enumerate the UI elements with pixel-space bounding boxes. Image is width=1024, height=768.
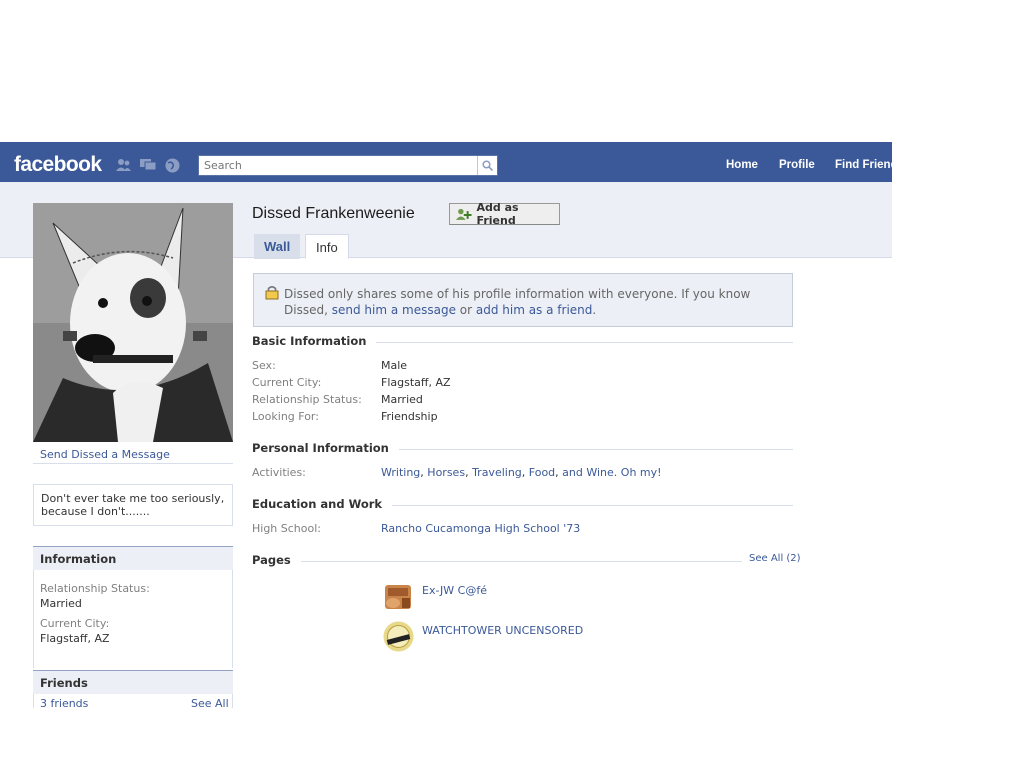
profile-picture[interactable]	[33, 203, 233, 442]
watchtower-page-icon	[383, 621, 414, 652]
sex-label: Sex:	[252, 359, 276, 372]
activity-link[interactable]: Writing	[381, 466, 420, 479]
high-school-label: High School:	[252, 522, 322, 535]
friends-see-all-link[interactable]: See All	[191, 697, 229, 710]
tab-info[interactable]: Info	[305, 234, 349, 259]
page-link[interactable]: WATCHTOWER UNCENSORED	[422, 624, 583, 637]
dog-photo	[33, 203, 233, 442]
sidebar-information-heading: Information	[33, 546, 233, 570]
sidebar-friends-heading: Friends	[33, 670, 233, 694]
divider	[33, 463, 233, 464]
page-link[interactable]: Ex-JW C@fé	[422, 584, 487, 597]
privacy-notice: Dissed only shares some of his profile i…	[253, 273, 793, 327]
looking-for-value: Friendship	[381, 410, 438, 423]
personal-info-heading: Personal Information	[252, 441, 399, 455]
activity-link[interactable]: Horses	[427, 466, 465, 479]
add-friend-icon	[456, 208, 472, 220]
page-thumbnail[interactable]	[382, 580, 415, 613]
friends-count-link[interactable]: 3 friends	[40, 697, 88, 710]
notice-send-message-link[interactable]: send him a message	[332, 303, 456, 317]
nav-profile[interactable]: Profile	[779, 159, 815, 171]
pages-see-all-link[interactable]: See All (2)	[744, 553, 801, 564]
add-friend-label: Add as Friend	[476, 201, 519, 227]
tab-wall[interactable]: Wall	[254, 234, 301, 259]
sidebar-relationship-label: Relationship Status:	[40, 582, 150, 595]
notice-end: .	[592, 303, 597, 317]
nav-find-friends[interactable]: Find Friends	[835, 159, 892, 171]
education-heading: Education and Work	[252, 497, 393, 511]
activity-link[interactable]: Food	[529, 466, 555, 479]
page-thumbnail[interactable]	[382, 620, 415, 653]
bio-box: Don't ever take me too seriously, becaus…	[33, 484, 233, 526]
nav-home[interactable]: Home	[726, 159, 758, 171]
cafe-page-icon	[385, 585, 411, 609]
current-city-label: Current City:	[252, 376, 322, 389]
activity-link[interactable]: and Wine. Oh my!	[562, 466, 661, 479]
pages-rule	[252, 561, 742, 562]
profile-name: Dissed Frankenweenie	[252, 205, 415, 222]
sidebar-relationship-value: Married	[40, 597, 82, 610]
notice-add-friend-link[interactable]: add him as a friend	[476, 303, 593, 317]
relationship-value: Married	[381, 393, 423, 406]
activity-link[interactable]: Traveling	[472, 466, 522, 479]
add-friend-button[interactable]: Add as Friend	[449, 201, 560, 227]
sidebar-city-label: Current City:	[40, 617, 110, 630]
lock-icon	[265, 285, 279, 300]
activities-value: Writing, Horses, Traveling, Food, and Wi…	[381, 466, 662, 479]
send-message-link[interactable]: Send Dissed a Message	[40, 448, 170, 461]
notice-or: or	[455, 303, 476, 317]
sidebar-city-value: Flagstaff, AZ	[40, 632, 110, 645]
relationship-label: Relationship Status:	[252, 393, 362, 406]
current-city-value: Flagstaff, AZ	[381, 376, 451, 389]
looking-for-label: Looking For:	[252, 410, 319, 423]
high-school-link[interactable]: Rancho Cucamonga High School '73	[381, 522, 580, 535]
basic-info-heading: Basic Information	[252, 334, 377, 348]
top-nav: Home Profile Find Friends	[0, 150, 892, 181]
pages-heading: Pages	[252, 553, 301, 567]
sex-value: Male	[381, 359, 408, 372]
activities-label: Activities:	[252, 466, 306, 479]
